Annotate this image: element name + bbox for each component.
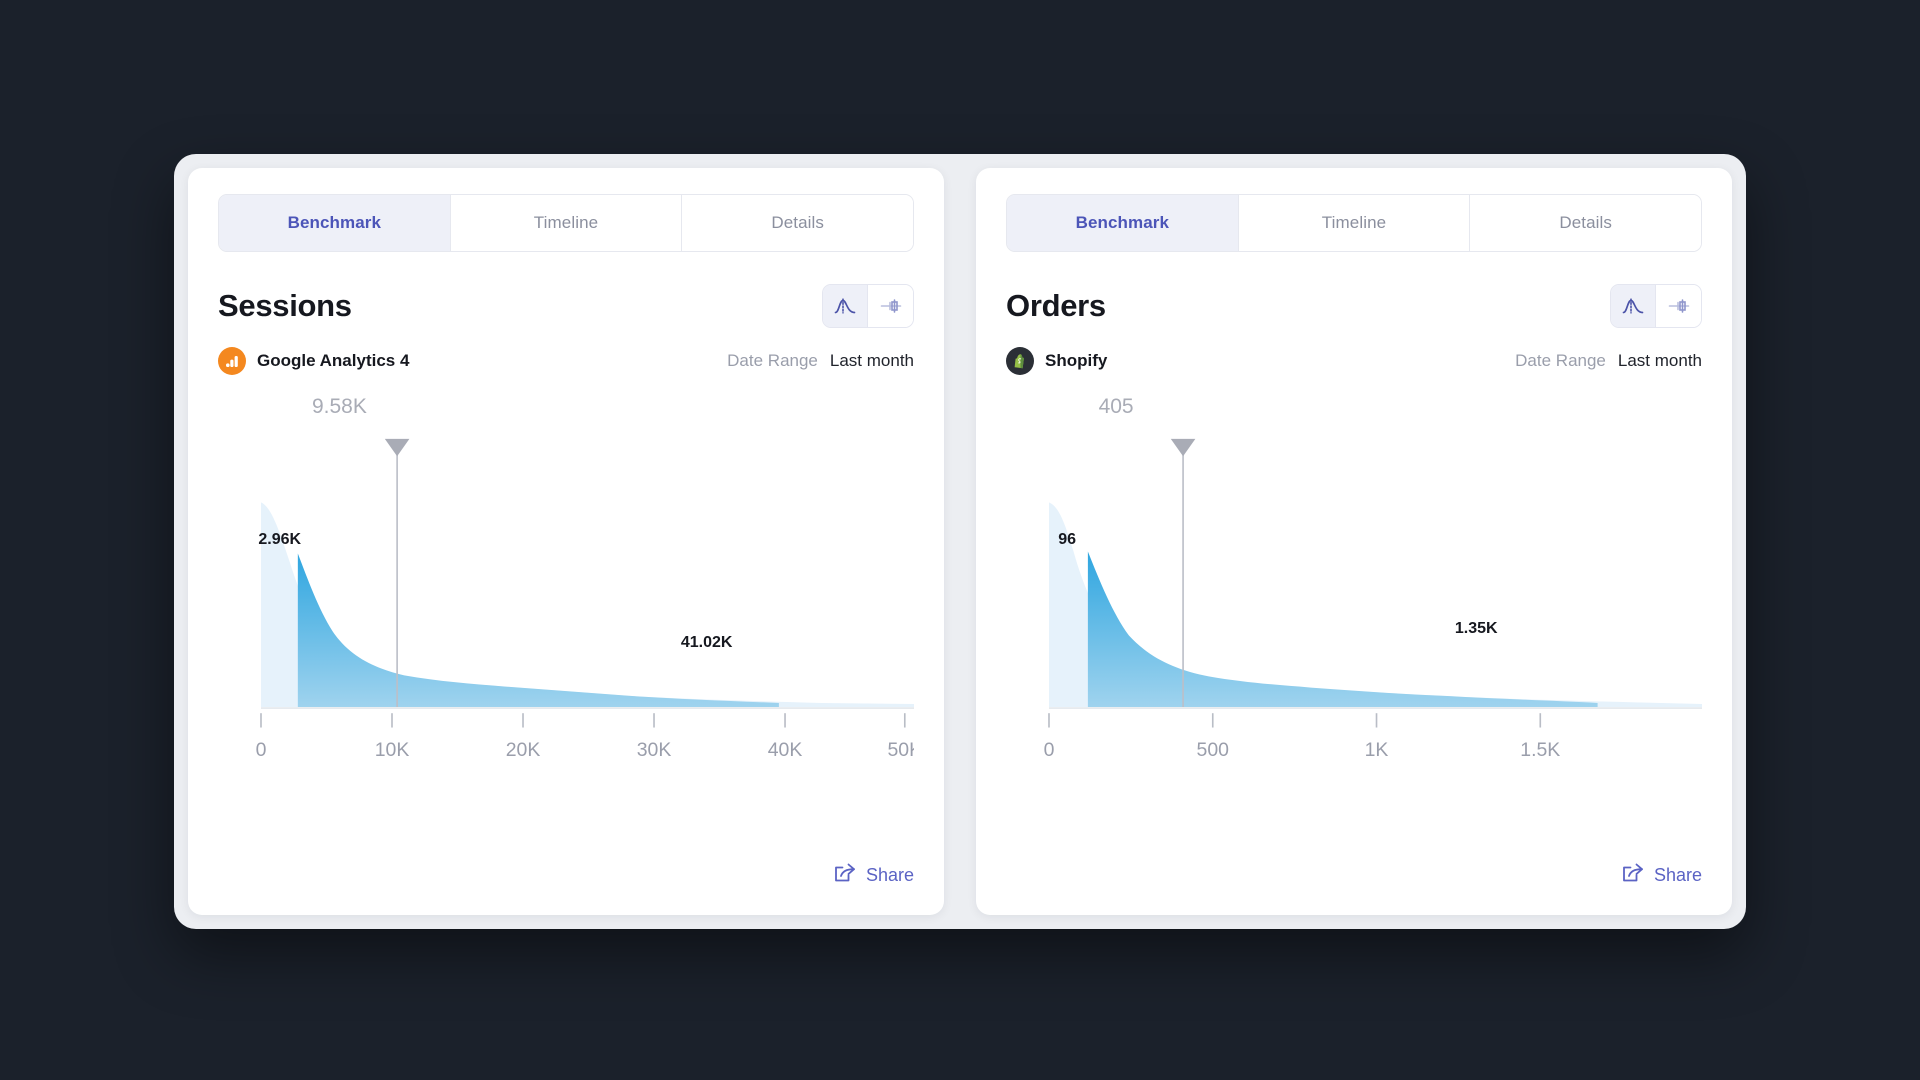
share-label: Share bbox=[866, 865, 914, 886]
distribution-curve-icon bbox=[1622, 297, 1644, 315]
date-range-label: Date Range bbox=[1515, 351, 1606, 371]
source-row: Shopify Date Range Last month bbox=[1006, 346, 1702, 376]
benchmark-value-label: 9.58K bbox=[312, 395, 367, 419]
svg-text:1.5K: 1.5K bbox=[1520, 739, 1560, 761]
svg-text:1K: 1K bbox=[1365, 739, 1389, 761]
start-value-label: 96 bbox=[1058, 531, 1076, 549]
distribution-area-filled bbox=[298, 554, 779, 708]
start-value-label: 2.96K bbox=[258, 531, 301, 549]
date-range-value[interactable]: Last month bbox=[1618, 351, 1702, 371]
svg-text:40K: 40K bbox=[768, 739, 803, 761]
svg-text:20K: 20K bbox=[506, 739, 541, 761]
tab-benchmark[interactable]: Benchmark bbox=[219, 195, 451, 251]
x-axis-ticks bbox=[1049, 713, 1540, 727]
chart-canvas: 0 10K 20K 30K 40K 50K bbox=[218, 400, 914, 809]
x-axis-labels: 0 10K 20K 30K 40K 50K bbox=[256, 739, 914, 761]
svg-text:10K: 10K bbox=[375, 739, 410, 761]
x-axis-ticks bbox=[261, 713, 905, 727]
view-toggle bbox=[822, 284, 914, 328]
benchmark-marker bbox=[385, 439, 410, 707]
box-plot-button[interactable] bbox=[868, 285, 913, 327]
chart-canvas: 0 500 1K 1.5K bbox=[1006, 400, 1702, 809]
dashboard-shell: Benchmark Timeline Details Sessions bbox=[174, 154, 1746, 929]
date-range[interactable]: Date Range Last month bbox=[727, 351, 914, 371]
tab-details[interactable]: Details bbox=[1470, 195, 1701, 251]
distribution-curve-button[interactable] bbox=[823, 285, 868, 327]
date-range[interactable]: Date Range Last month bbox=[1515, 351, 1702, 371]
tab-timeline[interactable]: Timeline bbox=[451, 195, 683, 251]
source-name: Shopify bbox=[1045, 351, 1107, 371]
panel-orders: Benchmark Timeline Details Orders bbox=[976, 168, 1732, 915]
svg-text:0: 0 bbox=[1044, 739, 1055, 761]
svg-text:0: 0 bbox=[256, 739, 267, 761]
tabbar-orders: Benchmark Timeline Details bbox=[1006, 194, 1702, 252]
benchmark-chart-sessions: 0 10K 20K 30K 40K 50K 9.58K 2.96K 41.02K bbox=[218, 400, 914, 915]
distribution-curve-icon bbox=[834, 297, 856, 315]
tab-benchmark[interactable]: Benchmark bbox=[1007, 195, 1239, 251]
data-source[interactable]: Shopify bbox=[1006, 347, 1107, 375]
distribution-curve-button[interactable] bbox=[1611, 285, 1656, 327]
tabbar-sessions: Benchmark Timeline Details bbox=[218, 194, 914, 252]
source-name: Google Analytics 4 bbox=[257, 351, 409, 371]
x-axis-labels: 0 500 1K 1.5K bbox=[1044, 739, 1561, 761]
title-row: Sessions bbox=[218, 284, 914, 328]
page-title: Orders bbox=[1006, 288, 1106, 324]
date-range-label: Date Range bbox=[727, 351, 818, 371]
data-source[interactable]: Google Analytics 4 bbox=[218, 347, 409, 375]
end-value-label: 41.02K bbox=[681, 634, 733, 652]
google-analytics-icon bbox=[218, 347, 246, 375]
share-button[interactable]: Share bbox=[1621, 861, 1702, 889]
svg-text:30K: 30K bbox=[637, 739, 672, 761]
benchmark-chart-orders: 0 500 1K 1.5K 405 96 1.35K bbox=[1006, 400, 1702, 915]
box-plot-icon bbox=[1668, 297, 1690, 315]
shopify-icon bbox=[1006, 347, 1034, 375]
view-toggle bbox=[1610, 284, 1702, 328]
tab-timeline[interactable]: Timeline bbox=[1239, 195, 1471, 251]
box-plot-icon bbox=[880, 297, 902, 315]
source-row: Google Analytics 4 Date Range Last month bbox=[218, 346, 914, 376]
date-range-value[interactable]: Last month bbox=[830, 351, 914, 371]
share-label: Share bbox=[1654, 865, 1702, 886]
box-plot-button[interactable] bbox=[1656, 285, 1701, 327]
share-icon bbox=[833, 861, 856, 889]
share-button[interactable]: Share bbox=[833, 861, 914, 889]
end-value-label: 1.35K bbox=[1455, 620, 1498, 638]
page-title: Sessions bbox=[218, 288, 352, 324]
distribution-area-filled bbox=[1088, 551, 1598, 707]
panel-sessions: Benchmark Timeline Details Sessions bbox=[188, 168, 944, 915]
svg-text:500: 500 bbox=[1197, 739, 1230, 761]
share-icon bbox=[1621, 861, 1644, 889]
tab-details[interactable]: Details bbox=[682, 195, 913, 251]
title-row: Orders bbox=[1006, 284, 1702, 328]
svg-text:50K: 50K bbox=[887, 739, 914, 761]
benchmark-value-label: 405 bbox=[1099, 395, 1134, 419]
